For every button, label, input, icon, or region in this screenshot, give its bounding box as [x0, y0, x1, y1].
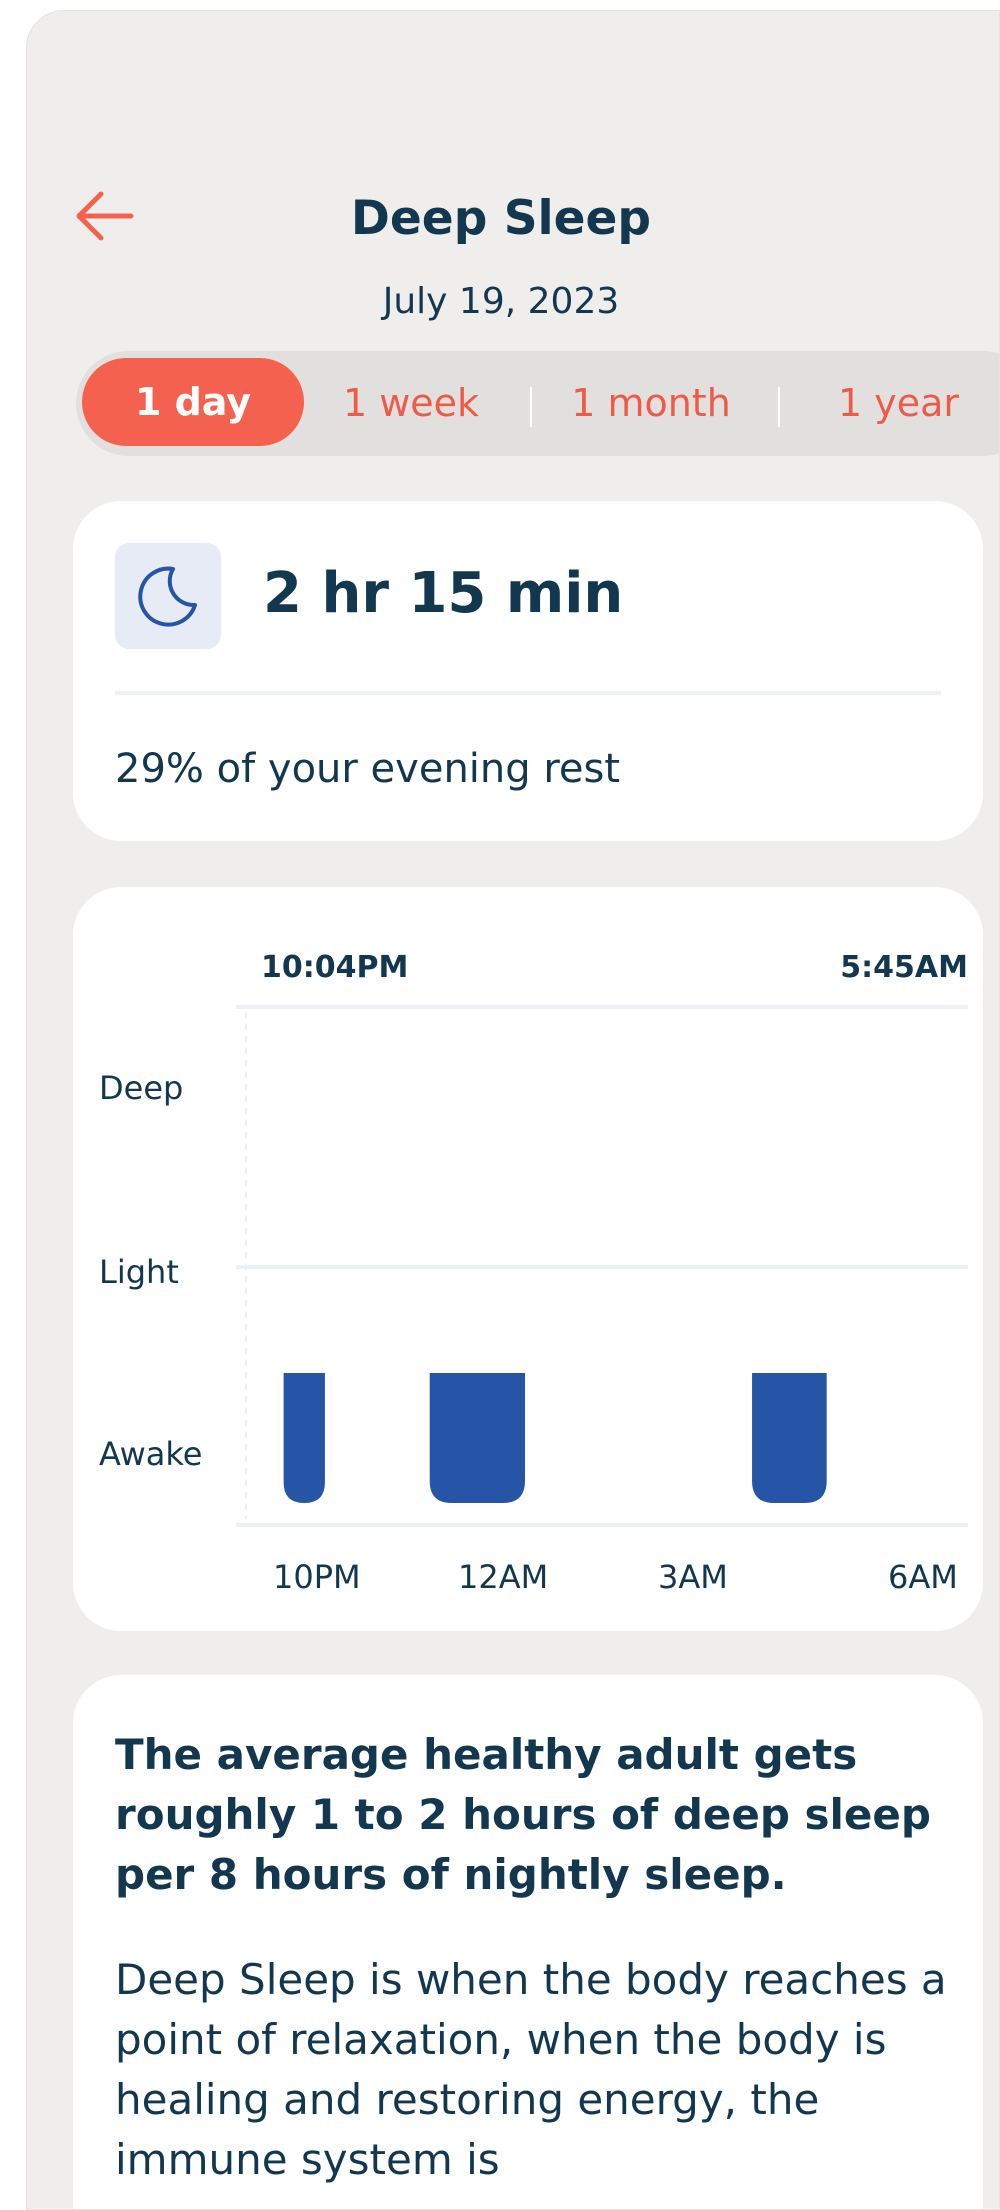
- x-tick-label: 3AM: [658, 1558, 728, 1596]
- y-label-awake: Awake: [99, 1435, 202, 1473]
- moon-icon: [138, 566, 197, 627]
- page-date: July 19, 2023: [382, 281, 620, 322]
- info-card: The average healthy adult gets roughly 1…: [73, 1675, 983, 2209]
- divider: [115, 691, 941, 695]
- sleep-stage-chart: 10:04PM 5:45AM Deep Light Awake 10PM 12AM 3AM 6A…: [99, 950, 968, 1596]
- tab-1-year[interactable]: 1 year: [796, 351, 999, 456]
- tab-1-week[interactable]: 1 week: [316, 351, 506, 456]
- tab-divider: [778, 387, 780, 427]
- tab-1-month[interactable]: 1 month: [546, 351, 756, 456]
- percent-of-rest: 29% of your evening rest: [115, 746, 621, 792]
- info-heading: The average healthy adult gets roughly 1…: [115, 1730, 931, 1899]
- tab-label: 1 day: [134, 380, 252, 424]
- sleep-duration: 2 hr 15 min: [263, 561, 624, 626]
- x-tick-label: 12AM: [458, 1558, 548, 1596]
- chart-end-time: 5:45AM: [840, 950, 968, 985]
- page-title: Deep Sleep: [350, 191, 652, 246]
- sleep-bar-2: [429, 1373, 525, 1503]
- y-label-light: Light: [99, 1253, 179, 1291]
- moon-icon-box: [115, 543, 221, 649]
- y-label-deep: Deep: [99, 1069, 183, 1107]
- tab-label: 1 month: [571, 381, 731, 425]
- sleep-chart-card: 10:04PM 5:45AM Deep Light Awake 10PM 12AM 3AM 6A…: [73, 887, 983, 1631]
- summary-card: 2 hr 15 min 29% of your evening rest: [73, 501, 983, 841]
- sleep-bar-1: [283, 1373, 325, 1503]
- range-selector: 1 day 1 week 1 month 1 year: [76, 351, 999, 456]
- tab-divider: [530, 387, 532, 427]
- info-body: Deep Sleep is when the body reaches a po…: [115, 1955, 947, 2184]
- tab-1-day[interactable]: 1 day: [82, 358, 304, 446]
- x-tick-label: 6AM: [888, 1558, 958, 1596]
- screen: Deep Sleep July 19, 2023 1 day 1 week 1 …: [26, 10, 1000, 2210]
- sleep-bar-3: [752, 1373, 827, 1503]
- tab-label: 1 year: [837, 381, 960, 425]
- x-tick-label: 10PM: [273, 1558, 361, 1596]
- chart-start-time: 10:04PM: [261, 950, 408, 985]
- tab-label: 1 week: [342, 381, 480, 425]
